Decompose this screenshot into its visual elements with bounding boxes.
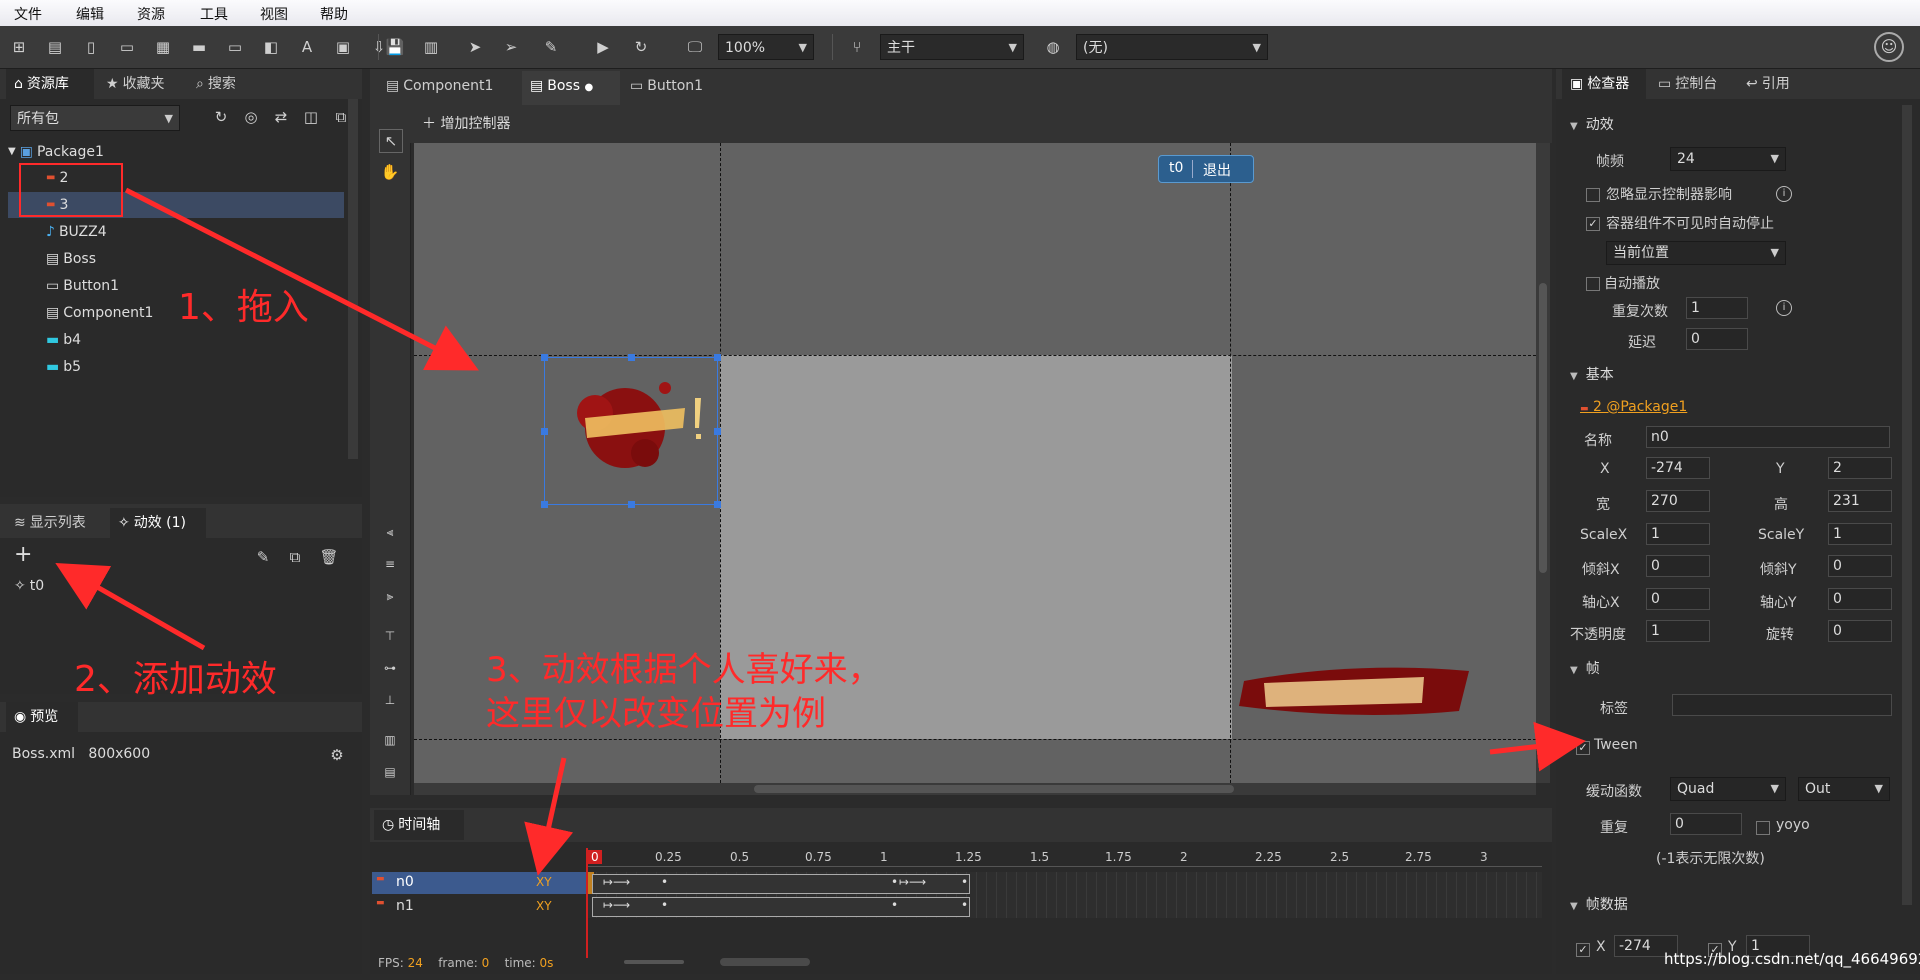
arrow-tween xyxy=(1489,721,1586,772)
watermark: https://blog.csdn.net/qq_46649692 xyxy=(1664,950,1920,968)
annotation-arrows xyxy=(55,187,1586,876)
arrow-drag-in xyxy=(124,187,479,371)
arrow-timeline xyxy=(524,757,574,876)
arrow-add-transition xyxy=(55,563,206,651)
